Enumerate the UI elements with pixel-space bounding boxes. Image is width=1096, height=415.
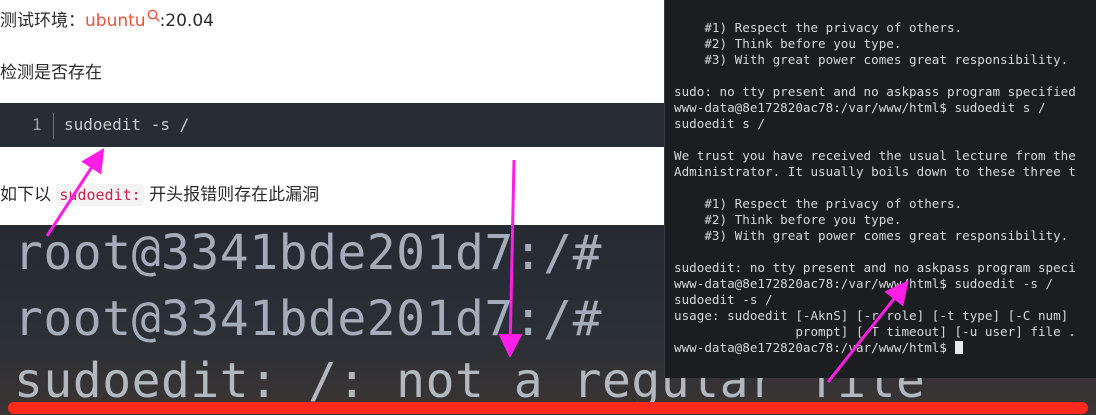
terminal-line: www-data@8e172820ac78:/var/www/html$ sud… [674,276,1054,291]
highlight-bar [8,402,1088,414]
terminal-line: #3) With great power comes great respons… [674,228,1069,243]
terminal-window[interactable]: #1) Respect the privacy of others. #2) T… [664,0,1096,378]
terminal-line: www-data@8e172820ac78:/var/www/html$ sud… [674,100,1046,115]
terminal-line: #1) Respect the privacy of others. [674,20,963,35]
check-heading: 检测是否存在 [0,63,102,83]
terminal-line: prompt] [-T timeout] [-u user] file . [674,324,1076,339]
search-icon[interactable] [147,9,160,22]
description-prefix: 如下以 [0,185,51,205]
zoomed-terminal-line: root@3341bde201d7:/# [14,291,602,347]
test-env-line: 测试环境：ubuntu :20.04 [0,6,214,31]
terminal-line: sudo: no tty present and no askpass prog… [674,84,1076,99]
terminal-cursor [954,341,963,354]
env-keyword-link[interactable]: ubuntu [85,11,146,31]
terminal-line: Administrator. It usually boils down to … [674,164,1076,179]
terminal-line: We trust you have received the usual lec… [674,148,1076,163]
env-version: :20.04 [159,11,214,31]
terminal-line: sudoedit: no tty present and no askpass … [674,260,1076,275]
terminal-line: sudoedit -s / [674,292,773,307]
code-line-number: 1 [32,115,42,134]
env-label: 测试环境： [0,11,85,31]
zoomed-terminal-line: root@3341bde201d7:/# [14,225,602,281]
code-text[interactable]: sudoedit -s / [64,115,189,134]
terminal-line: #3) With great power comes great respons… [674,52,1069,67]
terminal-line: #2) Think before you type. [674,36,902,51]
terminal-line: usage: sudoedit [-AknS] [-r role] [-t ty… [674,308,1069,323]
description-line: 如下以 sudoedit: 开头报错则存在此漏洞 [0,180,320,206]
terminal-prompt-line[interactable]: www-data@8e172820ac78:/var/www/html$ [674,340,963,356]
code-gutter-divider [53,113,54,139]
terminal-line: sudoedit s / [674,116,765,131]
terminal-line: #2) Think before you type. [674,212,902,227]
code-block: 1 sudoedit -s / [0,103,664,147]
description-suffix: 开头报错则存在此漏洞 [149,185,320,205]
terminal-line: #1) Respect the privacy of others. [674,196,963,211]
inline-code: sudoedit: [56,184,144,206]
terminal-prompt: www-data@8e172820ac78:/var/www/html$ [674,340,955,355]
